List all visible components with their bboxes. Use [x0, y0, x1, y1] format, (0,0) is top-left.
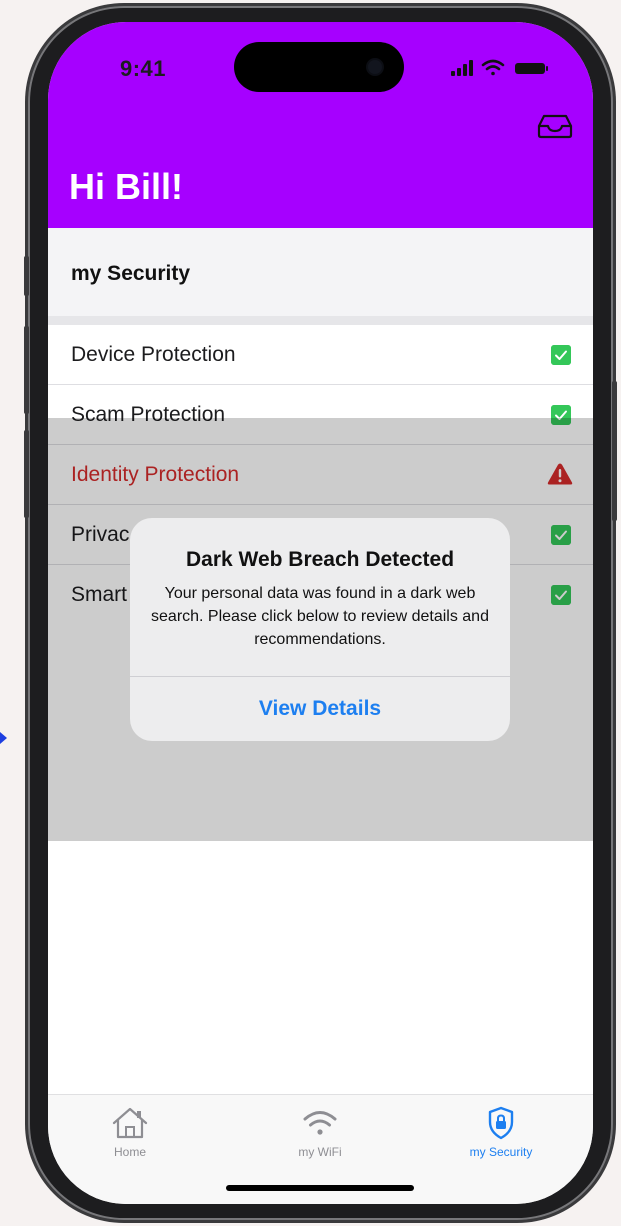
shield-lock-icon: [488, 1106, 514, 1140]
app-screen: 9:41 Hi Bill! my Security Device Protect…: [48, 22, 593, 1204]
power-button: [612, 381, 617, 521]
dynamic-island: [234, 42, 404, 92]
action-button: [24, 256, 29, 296]
camera-icon: [368, 60, 382, 74]
cellular-signal-icon: [451, 60, 473, 76]
breach-alert-dialog: Dark Web Breach Detected Your personal d…: [130, 518, 510, 741]
list-item-label: Device Protection: [71, 343, 236, 366]
list-item-device-protection[interactable]: Device Protection: [48, 325, 593, 385]
tab-label: my Security: [469, 1145, 533, 1159]
section-title: my Security: [71, 262, 191, 285]
alert-message: Your personal data was found in a dark w…: [151, 585, 489, 648]
wifi-status-icon: [481, 59, 505, 76]
section-header: my Security: [48, 228, 593, 316]
volume-up-button: [24, 326, 29, 414]
tab-label: Home: [113, 1145, 146, 1159]
check-icon: [551, 345, 571, 365]
home-icon: [112, 1107, 148, 1139]
alert-title: Dark Web Breach Detected: [185, 548, 455, 571]
tab-home[interactable]: Home: [70, 1105, 190, 1159]
inbox-icon[interactable]: [537, 110, 573, 140]
status-icons: [451, 59, 548, 76]
greeting-title: Hi Bill!: [69, 166, 183, 207]
edge-marker-icon: [0, 732, 7, 744]
view-details-button[interactable]: View Details: [130, 677, 510, 741]
tab-label: my WiFi: [298, 1145, 342, 1159]
tab-my-security[interactable]: my Security: [441, 1105, 561, 1159]
header: 9:41 Hi Bill!: [48, 22, 593, 228]
volume-down-button: [24, 430, 29, 518]
home-indicator[interactable]: [226, 1185, 414, 1191]
section-divider: [48, 316, 593, 325]
wifi-icon: [303, 1111, 337, 1135]
status-time: 9:41: [120, 56, 167, 81]
tab-my-wifi[interactable]: my WiFi: [260, 1105, 380, 1159]
battery-icon: [515, 63, 548, 74]
